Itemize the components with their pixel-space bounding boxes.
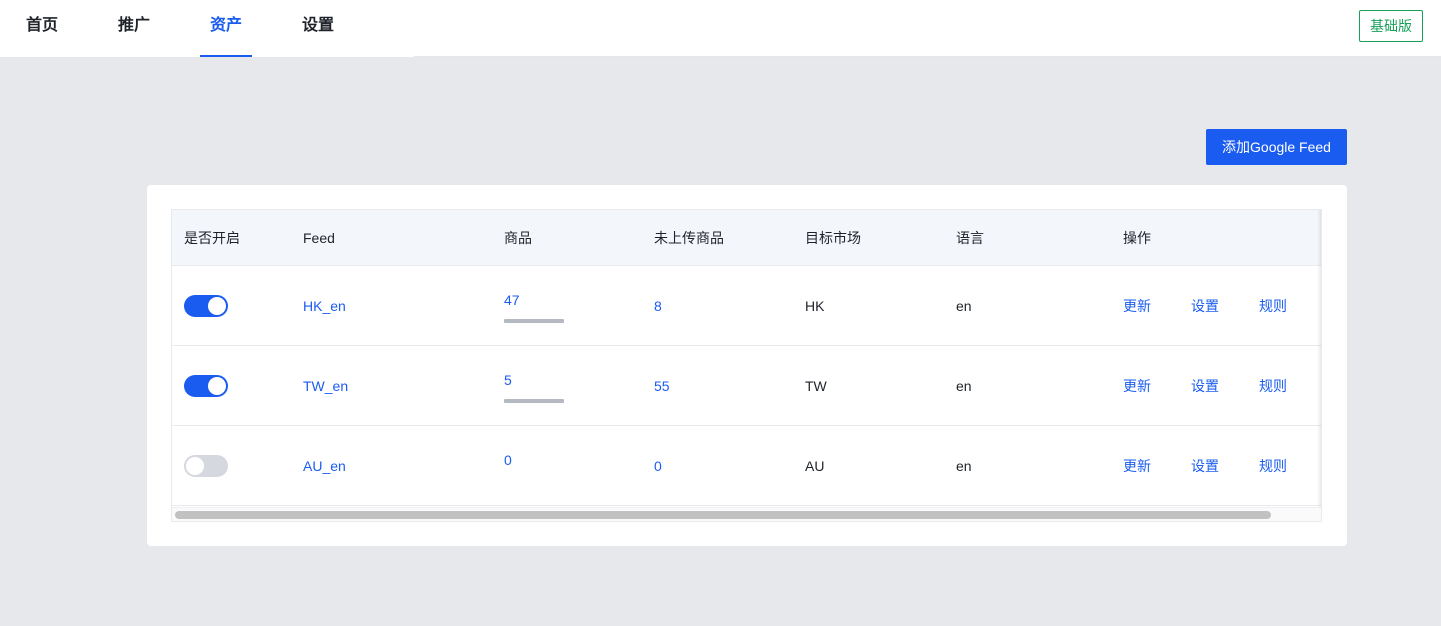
col-market: 目标市场 — [805, 230, 861, 246]
goods-count-link[interactable]: 0 — [504, 452, 512, 468]
enable-toggle[interactable] — [184, 375, 228, 397]
enable-toggle[interactable] — [184, 295, 228, 317]
language-value: en — [956, 458, 972, 474]
tab-settings[interactable]: 设置 — [302, 0, 334, 57]
active-tab-indicator — [200, 55, 252, 57]
col-not-uploaded: 未上传商品 — [654, 230, 724, 246]
not-uploaded-link[interactable]: 0 — [654, 426, 662, 506]
col-enabled: 是否开启 — [184, 230, 240, 246]
settings-link[interactable]: 设置 — [1191, 346, 1219, 426]
goods-count-link[interactable]: 5 — [504, 372, 512, 388]
enable-toggle[interactable] — [184, 455, 228, 477]
rules-link[interactable]: 规则 — [1259, 346, 1287, 426]
tab-assets-label: 资产 — [209, 17, 242, 34]
toggle-knob — [208, 377, 226, 395]
plan-badge[interactable]: 基础版 — [1359, 10, 1423, 42]
feed-table: 是否开启 Feed 商品 未上传商品 目标市场 语言 操作 HK_en 47 8… — [171, 209, 1322, 522]
table-row: AU_en 0 0 AU en 更新 设置 规则 — [172, 426, 1321, 506]
toggle-knob — [186, 457, 204, 475]
fixed-column-shadow — [1317, 210, 1321, 507]
more-menu-icon[interactable]: ⋮ — [1436, 16, 1441, 36]
tab-assets[interactable]: 资产 — [200, 0, 252, 57]
goods-progress-bar — [504, 399, 564, 403]
table-header: 是否开启 Feed 商品 未上传商品 目标市场 语言 操作 — [172, 210, 1321, 266]
feed-name-link[interactable]: AU_en — [303, 426, 346, 506]
not-uploaded-link[interactable]: 55 — [654, 346, 670, 426]
rules-link[interactable]: 规则 — [1259, 266, 1287, 346]
col-language: 语言 — [956, 230, 984, 246]
market-value: TW — [805, 378, 827, 394]
language-value: en — [956, 298, 972, 314]
header-right — [414, 0, 1441, 57]
feed-name-link[interactable]: TW_en — [303, 346, 348, 426]
toggle-knob — [208, 297, 226, 315]
not-uploaded-link[interactable]: 8 — [654, 266, 662, 346]
col-actions: 操作 — [1123, 230, 1151, 246]
goods-count-link[interactable]: 47 — [504, 292, 520, 308]
update-link[interactable]: 更新 — [1123, 426, 1151, 506]
settings-link[interactable]: 设置 — [1191, 266, 1219, 346]
col-feed: Feed — [303, 230, 335, 246]
tab-home[interactable]: 首页 — [26, 0, 58, 57]
goods-progress-bar — [504, 319, 564, 323]
table-row: HK_en 47 8 HK en 更新 设置 规则 — [172, 266, 1321, 346]
horizontal-scrollbar[interactable] — [172, 507, 1321, 521]
add-google-feed-button[interactable]: 添加Google Feed — [1206, 129, 1347, 165]
feed-card: 是否开启 Feed 商品 未上传商品 目标市场 语言 操作 HK_en 47 8… — [147, 185, 1347, 546]
rules-link[interactable]: 规则 — [1259, 426, 1287, 506]
col-goods: 商品 — [504, 230, 532, 246]
update-link[interactable]: 更新 — [1123, 266, 1151, 346]
top-nav: 首页 推广 资产 设置 — [0, 0, 414, 57]
market-value: HK — [805, 298, 825, 314]
update-link[interactable]: 更新 — [1123, 346, 1151, 426]
market-value: AU — [805, 458, 825, 474]
settings-link[interactable]: 设置 — [1191, 426, 1219, 506]
table-row: TW_en 5 55 TW en 更新 设置 规则 — [172, 346, 1321, 426]
scrollbar-thumb[interactable] — [175, 511, 1271, 519]
feed-name-link[interactable]: HK_en — [303, 266, 346, 346]
tab-promotion[interactable]: 推广 — [118, 0, 150, 57]
language-value: en — [956, 378, 972, 394]
